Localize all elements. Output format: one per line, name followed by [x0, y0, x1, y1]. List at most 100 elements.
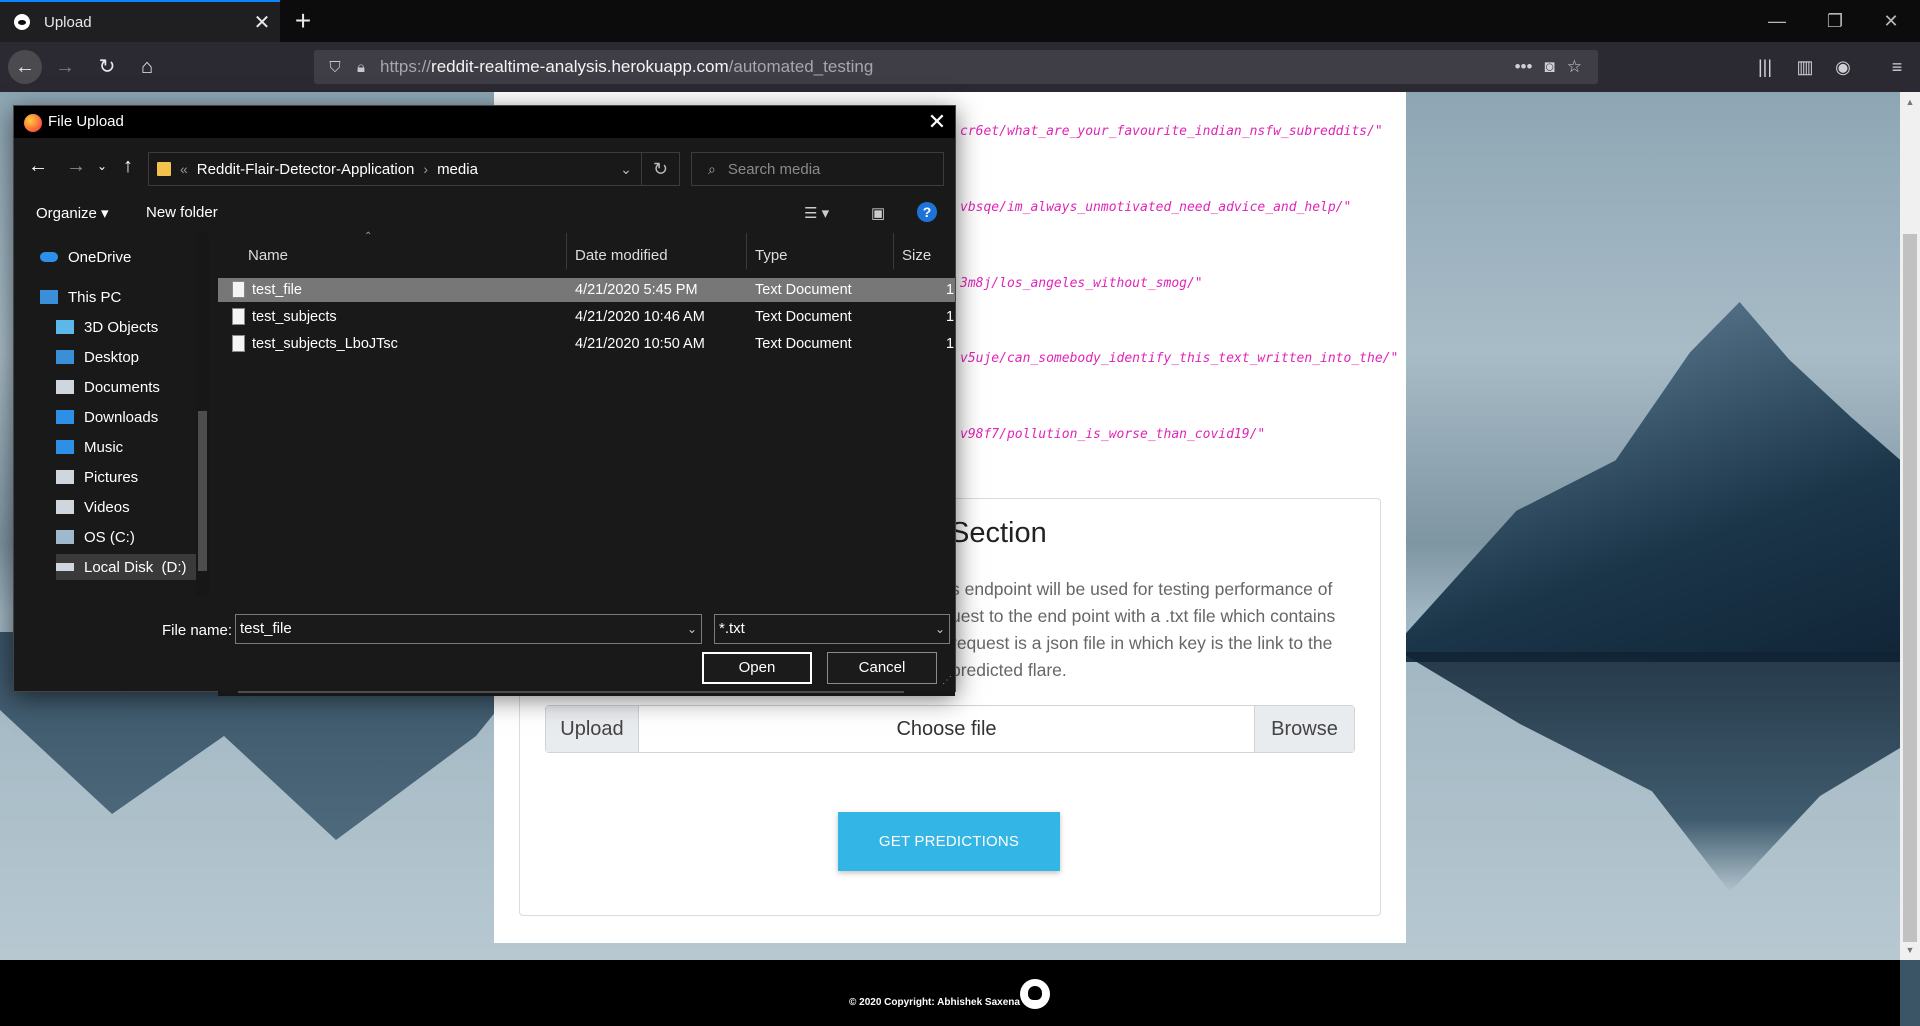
file-type-select[interactable]: *.txt ⌄ — [714, 614, 950, 644]
file-upload-input[interactable]: Upload Choose file Browse — [545, 705, 1355, 753]
minimize-icon[interactable]: — — [1748, 0, 1806, 42]
organize-menu[interactable]: Organize ▾ — [36, 204, 109, 222]
new-tab-button[interactable]: + — [286, 4, 320, 38]
sidebar-icon[interactable]: ▥ — [1788, 50, 1822, 84]
text-file-icon — [232, 335, 245, 352]
forward-arrow-icon[interactable]: → — [64, 156, 88, 176]
column-header-size[interactable]: Size — [902, 247, 931, 264]
account-icon[interactable]: ◉ — [1826, 50, 1860, 84]
sidebar-item-this-pc[interactable]: This PC — [26, 284, 208, 310]
computer-icon — [40, 290, 58, 304]
result-link[interactable]: vbsqe/im_always_unmotivated_need_advice_… — [960, 200, 1351, 215]
result-link[interactable]: cr6et/what_are_your_favourite_indian_nsf… — [960, 124, 1383, 139]
sidebar-item-videos[interactable]: Videos — [56, 494, 238, 520]
file-list: Name ⌃ Date modified Type Size test_file… — [218, 231, 955, 696]
breadcrumb-chevron-icon: › — [423, 161, 429, 177]
get-predictions-button[interactable]: GET PREDICTIONS — [838, 812, 1060, 871]
window-close-icon[interactable]: ✕ — [1862, 0, 1920, 42]
resize-grip-icon[interactable]: ⋰ — [942, 676, 952, 686]
library-icon[interactable]: ||| — [1748, 50, 1782, 84]
github-icon[interactable] — [1020, 979, 1050, 1009]
file-row[interactable]: test_subjects_LboJTsc 4/21/2020 10:50 AM… — [218, 332, 955, 356]
search-icon: ⌕ — [708, 160, 716, 177]
forward-icon[interactable]: → — [48, 50, 82, 84]
file-row[interactable]: test_subjects 4/21/2020 10:46 AM Text Do… — [218, 305, 955, 329]
sidebar-item-desktop[interactable]: Desktop — [56, 344, 238, 370]
browser-tab[interactable]: Upload ✕ — [0, 0, 280, 42]
sidebar-item-3d-objects[interactable]: 3D Objects — [56, 314, 238, 340]
dialog-titlebar[interactable]: File Upload ✕ — [14, 106, 955, 138]
scrollbar-thumb[interactable] — [1903, 234, 1917, 942]
browse-button[interactable]: Browse — [1254, 706, 1354, 752]
back-arrow-icon[interactable]: ← — [26, 156, 50, 176]
breadcrumb-item[interactable]: Reddit-Flair-Detector-Application — [197, 161, 415, 178]
path-dropdown-icon[interactable]: ⌄ — [611, 161, 641, 178]
page-scrollbar[interactable]: ▲ ▼ — [1900, 92, 1920, 960]
column-header-date[interactable]: Date modified — [575, 247, 668, 264]
refresh-icon[interactable]: ↻ — [641, 153, 679, 185]
file-name-dropdown-icon[interactable]: ⌄ — [687, 615, 697, 643]
sidebar-item-downloads[interactable]: Downloads — [56, 404, 238, 430]
column-header-type[interactable]: Type — [755, 247, 788, 264]
sidebar-scrollbar[interactable] — [196, 233, 209, 596]
tracking-shield-icon[interactable]: ⛉ — [322, 59, 348, 76]
url-bar[interactable]: ⛉ 🔒︎ https://reddit-realtime-analysis.he… — [314, 50, 1598, 84]
search-input[interactable]: ⌕ Search media — [691, 152, 944, 186]
sidebar-item-pictures[interactable]: Pictures — [56, 464, 238, 490]
background-mountain — [1380, 302, 1900, 662]
result-link[interactable]: v5uje/can_somebody_identify_this_text_wr… — [960, 351, 1398, 366]
tab-bar: Upload ✕ + — ❐ ✕ — [0, 0, 1920, 42]
file-name-label: File name: — [162, 622, 233, 639]
open-button[interactable]: Open — [702, 652, 812, 684]
up-arrow-icon[interactable]: ↑ — [118, 156, 138, 176]
help-icon[interactable]: ? — [917, 202, 937, 222]
background-reflection — [1400, 652, 1900, 892]
music-icon — [56, 440, 74, 454]
sidebar-item-onedrive[interactable]: OneDrive — [26, 244, 208, 270]
path-breadcrumb[interactable]: « Reddit-Flair-Detector-Application › me… — [148, 152, 680, 186]
desktop-icon — [56, 350, 74, 364]
restore-icon[interactable]: ❐ — [1806, 0, 1864, 42]
column-header-name[interactable]: Name — [248, 247, 288, 264]
recent-locations-icon[interactable]: ⌄ — [94, 156, 110, 176]
address-row: ← → ⌄ ↑ « Reddit-Flair-Detector-Applicat… — [14, 146, 955, 188]
pocket-icon[interactable]: ◙ — [1544, 57, 1554, 77]
reload-icon[interactable]: ↻ — [90, 50, 124, 84]
tab-close-icon[interactable]: ✕ — [244, 10, 280, 35]
sidebar-scrollbar-thumb[interactable] — [198, 411, 207, 571]
page-actions-icon[interactable]: ••• — [1515, 57, 1533, 77]
home-icon[interactable]: ⌂ — [130, 50, 164, 84]
footer-copyright: © 2020 Copyright: Abhishek Saxena — [849, 997, 1020, 1008]
url-text[interactable]: https://reddit-realtime-analysis.herokua… — [380, 57, 1515, 77]
sidebar-item-documents[interactable]: Documents — [56, 374, 238, 400]
tab-title: Upload — [44, 13, 92, 31]
bookmark-star-icon[interactable]: ☆ — [1567, 57, 1582, 77]
choose-file-field[interactable]: Choose file — [639, 706, 1254, 752]
search-placeholder: Search media — [727, 160, 821, 178]
back-icon[interactable]: ← — [8, 50, 42, 84]
file-type-dropdown-icon[interactable]: ⌄ — [935, 615, 945, 643]
cancel-button[interactable]: Cancel — [827, 652, 937, 684]
result-link[interactable]: 3m8j/los_angeles_without_smog/" — [960, 276, 1203, 291]
lock-icon[interactable]: 🔒︎ — [348, 59, 374, 76]
command-bar: Organize ▾ New folder ☰ ▾ ▣ ? — [14, 196, 955, 230]
preview-pane-icon[interactable]: ▣ — [871, 204, 885, 222]
file-row[interactable]: test_file 4/21/2020 5:45 PM Text Documen… — [218, 278, 955, 302]
result-link[interactable]: v98f7/pollution_is_worse_than_covid19/" — [960, 427, 1265, 442]
breadcrumb-item[interactable]: media — [437, 161, 478, 178]
sidebar-item-os-c[interactable]: OS (C:) — [56, 524, 238, 550]
dialog-footer: File name: test_file ⌄ *.txt ⌄ Open Canc… — [14, 596, 955, 691]
scroll-up-icon[interactable]: ▲ — [1900, 94, 1920, 110]
file-name-input[interactable]: test_file ⌄ — [235, 614, 702, 644]
view-options-icon[interactable]: ☰ ▾ — [804, 204, 829, 222]
cube-icon — [56, 320, 74, 334]
sidebar-item-music[interactable]: Music — [56, 434, 238, 460]
upload-label: Upload — [546, 706, 639, 752]
new-folder-button[interactable]: New folder — [146, 204, 218, 221]
folder-icon — [157, 162, 171, 176]
scroll-down-icon[interactable]: ▼ — [1900, 942, 1920, 958]
dialog-close-icon[interactable]: ✕ — [922, 108, 952, 136]
breadcrumb-overflow[interactable]: « — [180, 161, 188, 177]
sidebar-item-local-disk-d[interactable]: Local Disk (D:) — [56, 554, 196, 580]
menu-icon[interactable]: ≡ — [1880, 50, 1914, 84]
